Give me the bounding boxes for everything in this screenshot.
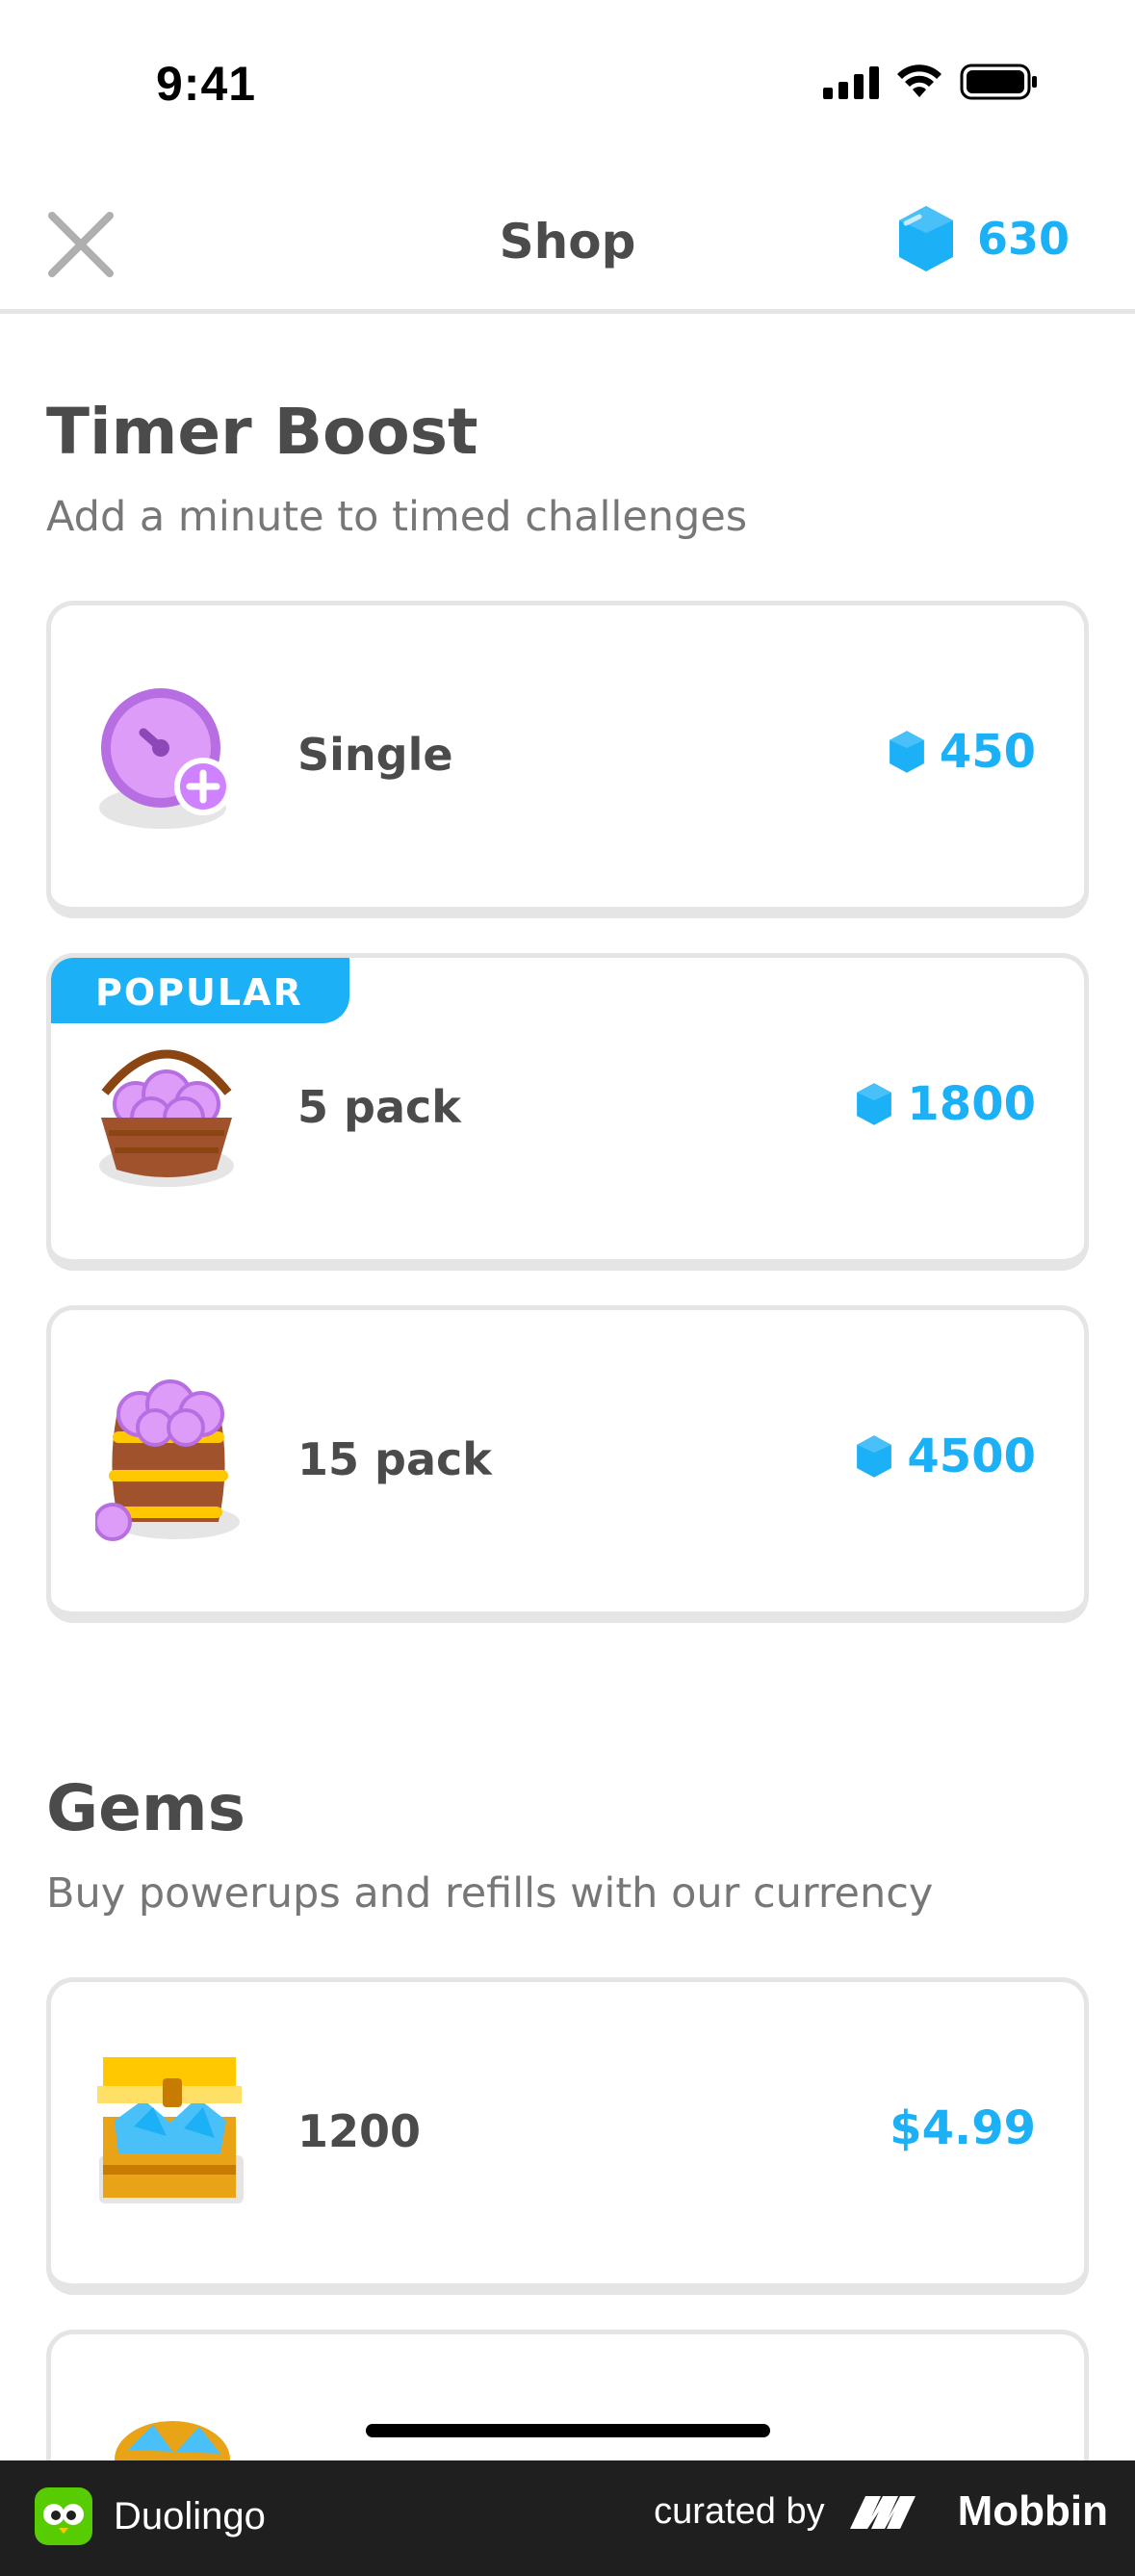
gem-icon [857,1083,892,1125]
item-price-value: 1800 [907,1077,1036,1131]
gem-icon [898,206,953,271]
attribution-footer: Duolingo curated by Mobbin [0,2460,1135,2576]
item-price: $4.99 [890,2101,1036,2155]
gem-icon [857,1435,892,1478]
item-label: 5 pack [297,1081,461,1133]
item-label: 1200 [297,2105,422,2157]
footer-credit: curated by Mobbin [654,2487,1108,2536]
item-label: Single [297,729,453,781]
timer-barrel-icon [95,1379,240,1541]
duolingo-logo-icon [35,2487,92,2545]
gems-title: Gems [46,1771,245,1845]
shop-header: Shop 630 [0,183,1135,314]
item-price: 450 [888,725,1036,779]
shop-item-timer-single[interactable]: Single 450 [46,601,1089,918]
timer-basket-icon [99,1049,234,1187]
timer-single-icon [99,688,232,829]
item-price-value: 4500 [907,1430,1036,1483]
shop-item-timer-5-pack[interactable]: POPULAR 5 pack 1800 [46,953,1089,1271]
footer-app-name: Duolingo [114,2494,266,2537]
curated-by-label: curated by [654,2490,825,2532]
status-time: 9:41 [156,57,257,111]
timer-boost-title: Timer Boost [46,395,478,469]
cellular-signal-icon [823,64,879,99]
shop-item-timer-15-pack[interactable]: 15 pack 4500 [46,1305,1089,1623]
gem-chest-icon [97,2057,244,2203]
popular-badge: POPULAR [51,958,349,1023]
item-price-value: 450 [939,725,1036,779]
footer-app: Duolingo [35,2487,266,2545]
gem-balance[interactable]: 630 [896,204,1070,273]
battery-icon [960,64,1037,100]
gem-balance-value: 630 [976,213,1070,265]
gem-icon [889,731,924,773]
timer-boost-subtitle: Add a minute to timed challenges [46,493,748,541]
item-price: 4500 [855,1430,1036,1483]
item-price: 1800 [855,1077,1036,1131]
home-indicator[interactable] [366,2424,770,2437]
item-price-value: $4.99 [890,2101,1036,2155]
item-label: 15 pack [297,1433,492,1485]
mobbin-logo-icon [849,2496,916,2529]
shop-item-gems-1200[interactable]: 1200 $4.99 [46,1977,1089,2295]
status-bar: 9:41 [0,0,1135,154]
gems-subtitle: Buy powerups and refills with our curren… [46,1869,934,1918]
status-icons [823,64,1039,100]
mobbin-brand: Mobbin [957,2487,1108,2535]
wifi-icon [897,64,942,97]
